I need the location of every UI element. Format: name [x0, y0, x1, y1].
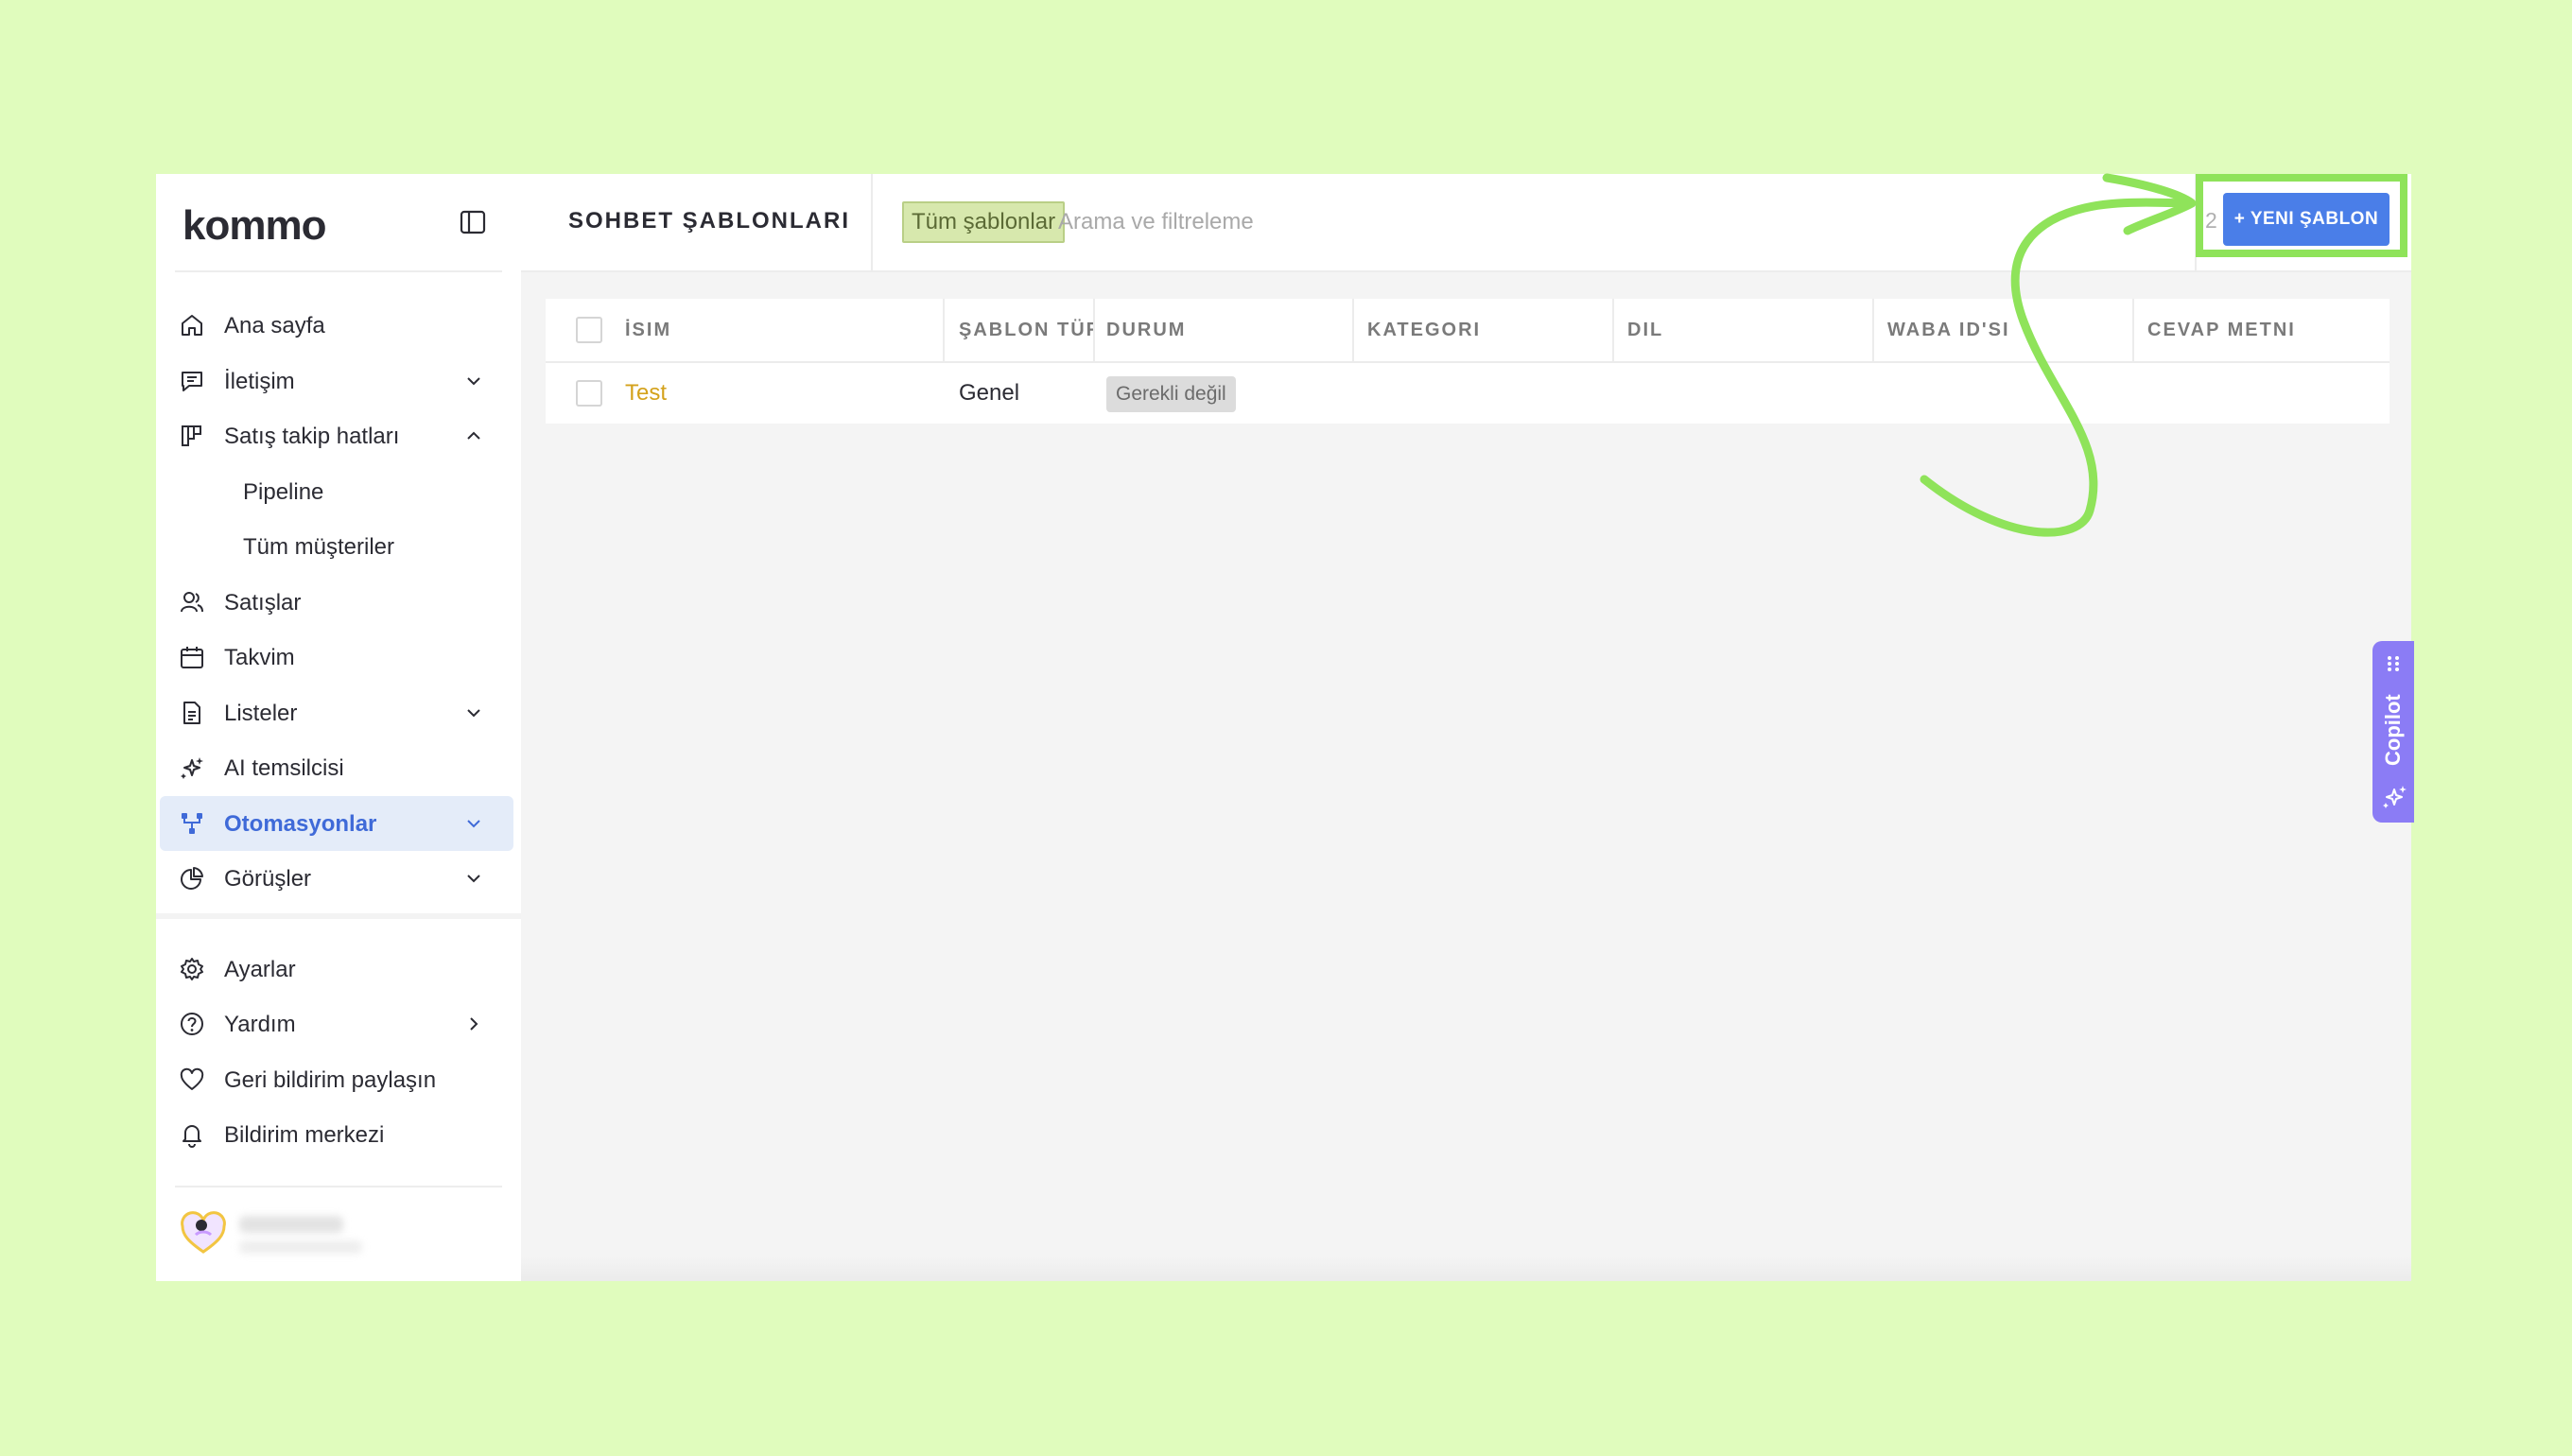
sidebar-item-label: Listeler — [224, 701, 298, 726]
sidebar-item-label: Yardım — [224, 1012, 296, 1037]
sidebar-item-feedback[interactable]: Geri bildirim paylaşın — [160, 1052, 513, 1107]
column-divider — [2132, 299, 2134, 361]
column-divider — [943, 299, 945, 361]
sidebar-item-label: Görüşler — [224, 866, 312, 892]
top-bar: SOHBET ŞABLONLARI Tüm şablonlar 2 templa… — [521, 174, 2411, 272]
column-header-category[interactable]: KATEGORI — [1367, 299, 1594, 361]
home-icon — [182, 315, 202, 336]
sidebar-divider — [156, 913, 521, 919]
sidebar-item-label: Tüm müşteriler — [243, 534, 395, 560]
sidebar-item-lists[interactable]: Listeler — [160, 685, 513, 740]
pie-chart-icon — [181, 867, 203, 890]
sidebar-item-label: Ayarlar — [224, 957, 296, 982]
gear-icon — [181, 958, 203, 980]
sidebar-item-automations[interactable]: Otomasyonlar — [160, 796, 513, 851]
automation-icon — [182, 813, 202, 834]
sidebar-item-sales[interactable]: Satışlar — [160, 575, 513, 630]
column-header-name[interactable]: İSIM — [625, 299, 776, 361]
sidebar-item-label: AI temsilcisi — [224, 755, 344, 781]
drag-handle-icon[interactable] — [2386, 654, 2401, 673]
status-badge: Gerekli değil — [1106, 376, 1236, 412]
heart-icon — [180, 1067, 204, 1090]
chat-icon — [182, 372, 202, 391]
sidebar-item-label: Pipeline — [243, 479, 324, 505]
column-header-waba-id[interactable]: WABA ID'SI — [1887, 299, 2114, 361]
search-input[interactable] — [1056, 200, 1911, 244]
sidebar-item-label: Otomasyonlar — [224, 811, 377, 837]
sidebar-item-settings[interactable]: Ayarlar — [160, 942, 513, 997]
sidebar-item-communication[interactable]: İletişim — [160, 354, 513, 408]
content-bottom-fade — [521, 1257, 2411, 1281]
sidebar-item-ai-agent[interactable]: AI temsilcisi — [160, 740, 513, 795]
document-icon — [183, 702, 200, 724]
sidebar-item-label: Satış takip hatları — [224, 424, 400, 449]
chevron-down-icon — [467, 377, 480, 386]
copilot-tab[interactable]: Copilot — [2372, 641, 2414, 823]
table-row[interactable]: Test Genel Gerekli değil — [546, 363, 2390, 424]
user-name-blurred — [239, 1216, 343, 1233]
column-header-language[interactable]: DIL — [1627, 299, 1854, 361]
template-name-link[interactable]: Test — [625, 363, 667, 424]
column-divider — [1352, 299, 1354, 361]
pipeline-icon — [182, 425, 201, 446]
templates-table: İSIM ŞABLON TÜRÜ DURUM KATEGORI DIL WABA… — [546, 299, 2390, 424]
column-divider — [1872, 299, 1874, 361]
column-header-reply-text[interactable]: CEVAP METNI — [2147, 299, 2374, 361]
sidebar-item-label: Geri bildirim paylaşın — [224, 1067, 437, 1093]
chevron-right-icon — [470, 1017, 478, 1031]
sidebar-item-label: Satışlar — [224, 590, 302, 615]
table-header: İSIM ŞABLON TÜRÜ DURUM KATEGORI DIL WABA… — [546, 299, 2390, 363]
column-header-status[interactable]: DURUM — [1106, 299, 1333, 361]
sparkle-icon — [181, 757, 203, 779]
sidebar-item-all-customers[interactable]: Tüm müşteriler — [160, 519, 513, 574]
sidebar-item-pipelines[interactable]: Satış takip hatları — [160, 408, 513, 463]
chevron-down-icon — [467, 709, 480, 718]
column-header-template-type[interactable]: ŞABLON TÜRÜ — [959, 299, 1093, 361]
sidebar-item-insights[interactable]: Görüşler — [160, 851, 513, 906]
logo-row: kommo — [156, 174, 521, 270]
sidebar-item-label: Bildirim merkezi — [224, 1122, 385, 1148]
page-title: SOHBET ŞABLONLARI — [568, 208, 850, 234]
bell-icon — [182, 1125, 201, 1148]
column-divider — [1612, 299, 1614, 361]
sidebar-item-pipeline[interactable]: Pipeline — [160, 464, 513, 519]
select-all-checkbox[interactable] — [576, 317, 602, 343]
column-divider — [1093, 299, 1095, 361]
sidebar-item-label: Ana sayfa — [224, 313, 325, 338]
header-divider — [871, 174, 873, 270]
sidebar-divider — [175, 1186, 502, 1187]
help-icon — [181, 1013, 203, 1035]
chevron-down-icon — [467, 820, 480, 828]
app-window: kommo Ana sayfa İletişim Satış takip hat… — [156, 174, 2411, 1281]
sidebar-item-home[interactable]: Ana sayfa — [160, 298, 513, 353]
header-divider — [2195, 174, 2197, 270]
avatar — [181, 1211, 226, 1254]
kommo-logo: kommo — [182, 202, 326, 249]
sidebar-item-calendar[interactable]: Takvim — [160, 630, 513, 685]
row-checkbox[interactable] — [576, 380, 602, 407]
sidebar: kommo Ana sayfa İletişim Satış takip hat… — [156, 174, 523, 1281]
sidebar-item-label: İletişim — [224, 369, 295, 394]
sidebar-item-help[interactable]: Yardım — [160, 997, 513, 1051]
copilot-label: Copilot — [2381, 694, 2405, 766]
sidebar-collapse-icon[interactable] — [459, 208, 487, 236]
user-role-blurred — [239, 1240, 362, 1254]
calendar-icon — [181, 647, 203, 668]
user-profile[interactable] — [179, 1208, 500, 1265]
main-content: İSIM ŞABLON TÜRÜ DURUM KATEGORI DIL WABA… — [521, 272, 2411, 1281]
users-icon — [181, 592, 203, 613]
chevron-up-icon — [467, 431, 480, 440]
filter-tag-all-templates[interactable]: Tüm şablonlar — [902, 201, 1066, 243]
sidebar-item-label: Takvim — [224, 645, 295, 670]
sidebar-divider — [175, 270, 502, 272]
new-template-button[interactable]: + YENI ŞABLON — [2223, 193, 2390, 246]
chevron-down-icon — [467, 875, 480, 883]
sparkle-icon — [2383, 786, 2407, 808]
template-type: Genel — [959, 380, 1020, 406]
sidebar-item-notifications[interactable]: Bildirim merkezi — [160, 1107, 513, 1162]
